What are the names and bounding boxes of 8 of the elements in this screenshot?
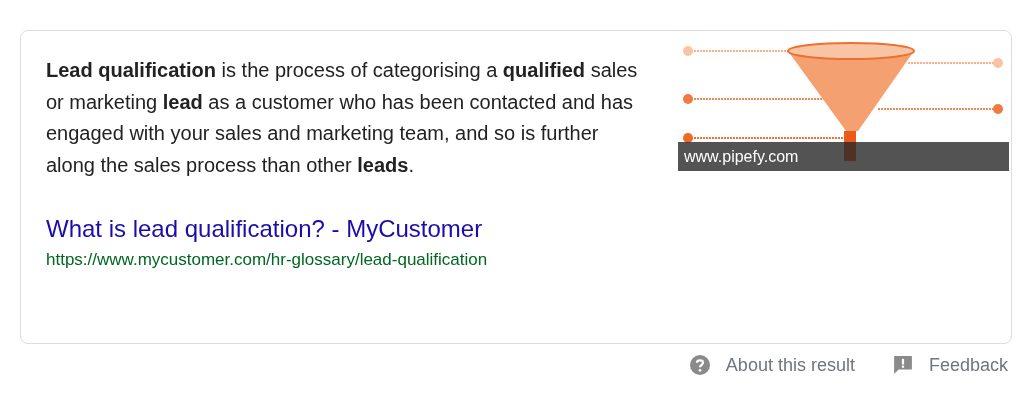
snippet-text: Lead qualification is the process of categorising a qualified sales or marketing lead as a customer who has been contacted and has engaged with your sales and marketing team, and so is further along the sales process than other leads. (46, 58, 639, 178)
result-link[interactable]: What is lead qualification? - MyCustomer (46, 214, 666, 244)
image-source-caption: www.pipefy.com (678, 142, 1009, 171)
footer-link[interactable]: Feedback (928, 354, 1008, 376)
feedback-icon (892, 355, 913, 375)
result-url: https://www.mycustomer.com/hr-glossary/lead-qualification (46, 249, 489, 271)
footer-link[interactable]: About this result (725, 354, 855, 376)
help-icon (689, 355, 710, 375)
